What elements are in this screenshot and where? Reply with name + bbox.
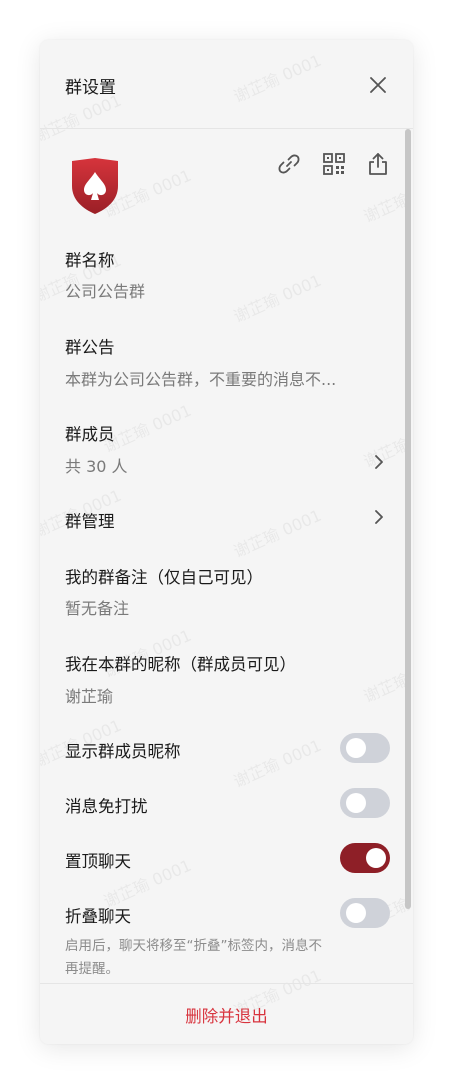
- group-name-label: 群名称: [65, 251, 115, 270]
- group-remark-value: 暂无备注: [65, 599, 130, 618]
- toggle-knob: [346, 793, 366, 813]
- close-icon[interactable]: [366, 73, 390, 97]
- pin-chat-toggle[interactable]: [340, 843, 390, 873]
- link-icon[interactable]: [276, 151, 302, 177]
- panel-header: 群设置: [40, 40, 413, 129]
- watermark-text: 谢芷瑜 0001: [230, 735, 325, 792]
- chevron-right-icon[interactable]: [372, 453, 386, 471]
- chevron-right-icon[interactable]: [372, 508, 386, 526]
- toggle-knob: [346, 903, 366, 923]
- group-members-count: 共 30 人: [65, 457, 128, 476]
- qrcode-icon[interactable]: [321, 151, 347, 177]
- group-notice-label: 群公告: [65, 338, 115, 357]
- show-nicknames-label: 显示群成员昵称: [65, 742, 181, 761]
- show-nicknames-toggle[interactable]: [340, 733, 390, 763]
- toggle-knob: [346, 738, 366, 758]
- fold-chat-toggle[interactable]: [340, 898, 390, 928]
- group-nickname-value: 谢芷瑜: [65, 687, 114, 706]
- do-not-disturb-label: 消息免打扰: [65, 797, 148, 816]
- page-title: 群设置: [65, 78, 116, 98]
- delete-and-exit-button[interactable]: 删除并退出: [40, 984, 413, 1044]
- group-remark-label: 我的群备注（仅自己可见）: [65, 568, 263, 587]
- group-avatar: [69, 156, 121, 216]
- group-nickname-label: 我在本群的昵称（群成员可见）: [65, 655, 296, 674]
- share-icon[interactable]: [365, 151, 391, 177]
- fold-chat-label: 折叠聊天: [65, 907, 131, 926]
- group-name-value: 公司公告群: [65, 282, 146, 301]
- group-members-label: 群成员: [65, 425, 115, 444]
- toggle-knob: [366, 848, 386, 868]
- shield-spade-icon: [72, 158, 118, 214]
- group-notice-value: 本群为公司公告群，不重要的消息不...: [65, 370, 337, 389]
- group-manage-label: 群管理: [65, 512, 115, 531]
- fold-chat-hint: 启用后，聊天将移至“折叠”标签内，消息不再提醒。: [65, 938, 322, 977]
- do-not-disturb-toggle[interactable]: [340, 788, 390, 818]
- group-settings-panel: 谢芷瑜 0001 谢芷瑜 0001 谢芷瑜 0001 谢芷瑜 0001 谢芷瑜 0001…: [40, 40, 413, 1044]
- pin-chat-label: 置顶聊天: [65, 852, 131, 871]
- panel-footer: 删除并退出: [40, 983, 413, 1044]
